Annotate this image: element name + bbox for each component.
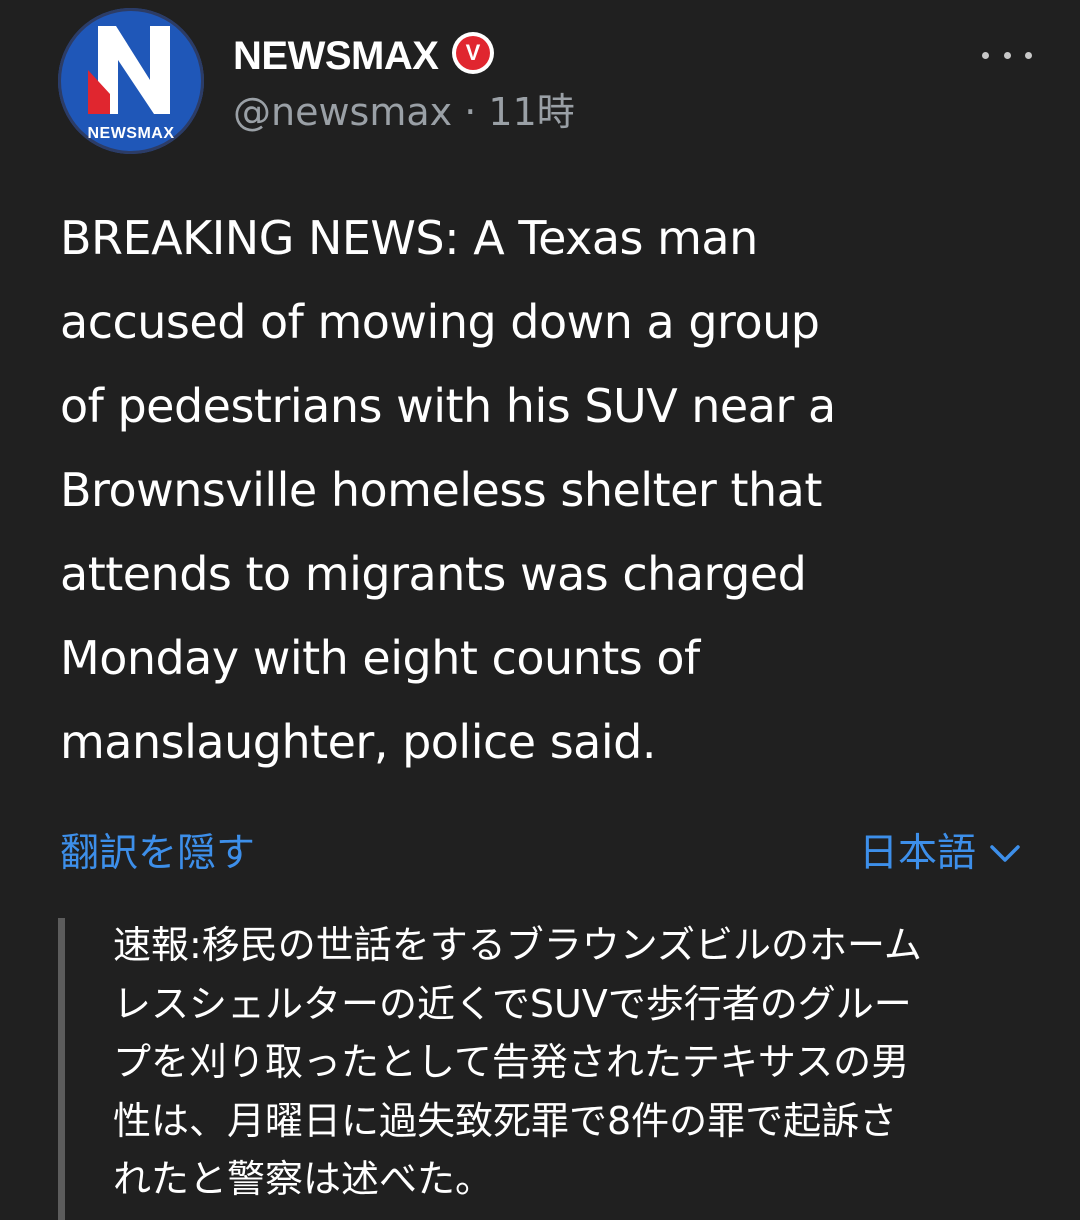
translated-text-line: 速報:移民の世話をするブラウンズビルのホーム <box>113 923 922 967</box>
more-dot-icon <box>1003 51 1011 59</box>
more-dot-icon <box>982 51 989 59</box>
tweet-text: BREAKING NEWS: A Texas man accused of mo… <box>60 196 1050 784</box>
verified-badge-letter: V <box>456 36 490 70</box>
meta-separator: · <box>464 90 477 134</box>
tweet-text-line: BREAKING NEWS: A Texas man <box>60 211 758 265</box>
translated-text-line: プを刈り取ったとして告発されたテキサスの男 <box>113 1040 910 1084</box>
tweet-text-line: Monday with eight counts of <box>60 631 700 685</box>
verified-badge-icon: V <box>452 32 494 74</box>
chevron-down-icon <box>990 845 1020 862</box>
avatar[interactable]: NEWSMAX <box>58 8 204 154</box>
tweet-text-line: Brownsville homeless shelter that <box>60 463 822 517</box>
translated-text-line: れたと警察は述べた。 <box>113 1157 494 1201</box>
language-label: 日本語 <box>858 831 976 876</box>
timestamp[interactable]: 11時 <box>488 90 574 134</box>
avatar-wordmark: NEWSMAX <box>87 125 175 142</box>
tweet-text-line: accused of mowing down a group <box>60 295 820 349</box>
translated-text-line: 性は、月曜日に過失致死罪で8件の罪で起訴さ <box>113 1098 898 1143</box>
tweet-text-line: of pedestrians with his SUV near a <box>60 379 836 433</box>
hide-translation-link[interactable]: 翻訳を隠す <box>60 826 255 882</box>
translation-quote-bar <box>58 918 65 1220</box>
language-selector[interactable]: 日本語 <box>859 826 1020 882</box>
handle[interactable]: @newsmax <box>233 90 452 134</box>
translated-text-line: レスシェルターの近くでSUVで歩行者のグルー <box>113 981 912 1026</box>
tweet-text-line: manslaughter, police said. <box>60 715 656 769</box>
more-dot-icon <box>1025 51 1032 59</box>
author-meta: @newsmax · 11時 <box>233 88 575 136</box>
tweet-text-line: attends to migrants was charged <box>60 547 807 601</box>
translated-text: 速報:移民の世話をするブラウンズビルのホーム レスシェルターの近くでSUVで歩行… <box>113 916 1043 1209</box>
more-options-button[interactable] <box>982 40 1032 70</box>
display-name[interactable]: NEWSMAX <box>233 32 439 80</box>
